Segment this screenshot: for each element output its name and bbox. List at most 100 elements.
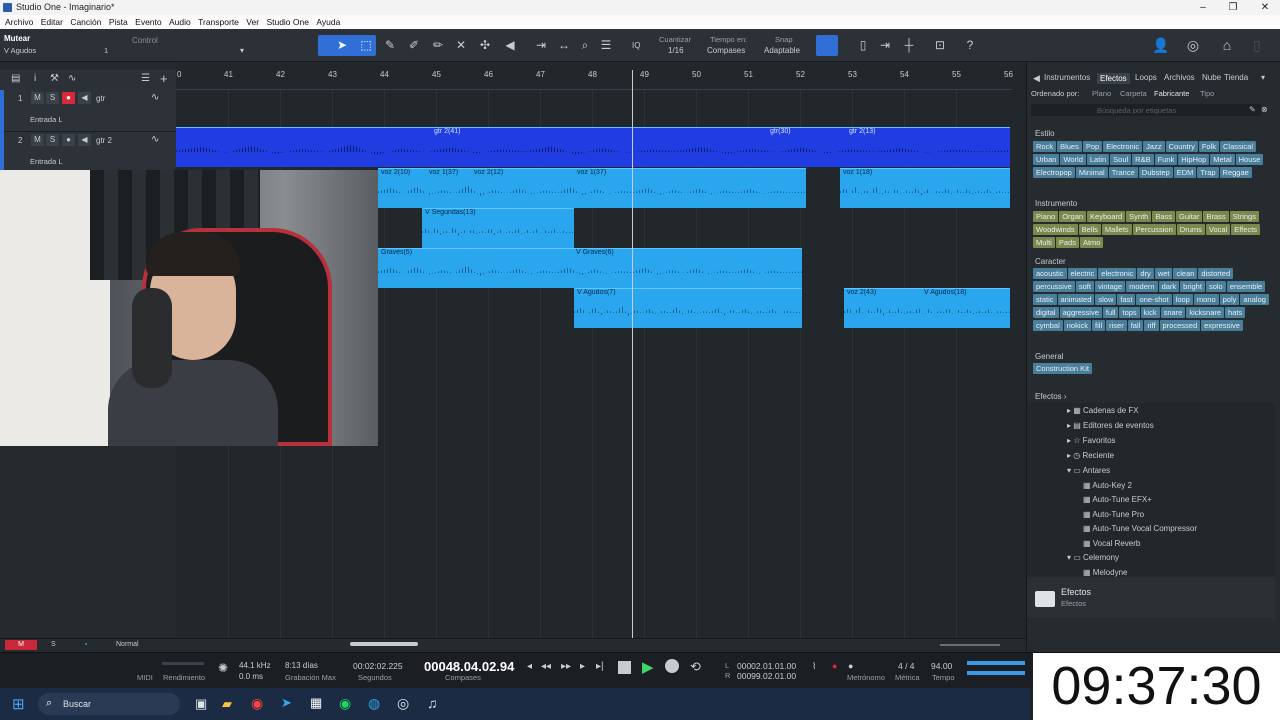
menu-archivo[interactable]: Archivo <box>0 15 33 29</box>
global-mute-button[interactable]: M <box>5 640 37 650</box>
clear-search-icon[interactable]: ⊗ <box>1261 105 1268 114</box>
github-icon[interactable]: ◎ <box>397 695 409 712</box>
caracter-tag[interactable]: fill <box>1092 320 1106 331</box>
tree-item[interactable]: ▸ ◷ Reciente <box>1067 451 1114 460</box>
home-icon[interactable]: ⌂ <box>1219 37 1235 53</box>
chrome-icon[interactable]: ◉ <box>251 695 263 712</box>
follow-icon[interactable]: ⇥ <box>877 37 893 53</box>
instrumento-tag[interactable]: Vocal <box>1205 224 1231 235</box>
instrumento-tag[interactable]: Effects <box>1231 224 1261 235</box>
record-button[interactable] <box>665 659 679 673</box>
tree-item[interactable]: ▦ Auto-Key 2 <box>1083 481 1132 490</box>
instrumento-tag[interactable]: Brass <box>1203 211 1229 222</box>
precount-icon[interactable]: ● <box>832 661 837 671</box>
caracter-tag[interactable]: distorted <box>1198 268 1234 279</box>
estilo-tag[interactable]: Dubstep <box>1138 167 1173 178</box>
stop-button[interactable] <box>618 661 631 674</box>
tree-item[interactable]: ▦ Vocal Reverb <box>1083 539 1140 548</box>
studio-one-icon[interactable]: ♫ <box>427 695 438 711</box>
audio-clip[interactable]: voz 2(10) voz 1(37) voz 2(12) voz 1(37) <box>378 168 806 208</box>
caracter-tag[interactable]: animated <box>1057 294 1095 305</box>
caracter-tag[interactable]: solo <box>1205 281 1226 292</box>
zoom-slider[interactable] <box>940 644 1000 646</box>
estilo-tag[interactable]: World <box>1060 154 1086 165</box>
estilo-tag[interactable]: Urban <box>1033 154 1060 165</box>
estilo-tag[interactable]: EDM <box>1173 167 1197 178</box>
add-track-icon[interactable]: + <box>160 71 168 86</box>
help-button[interactable]: ? <box>962 37 978 53</box>
info-icon[interactable]: i <box>34 73 36 84</box>
tree-item[interactable]: ▦ Melodyne <box>1083 568 1127 577</box>
caracter-tag[interactable]: hats <box>1225 307 1246 318</box>
task-view-icon[interactable]: ▣ <box>195 696 207 712</box>
eraser-tool-icon[interactable]: ✐ <box>406 37 422 53</box>
menu-evento[interactable]: Evento <box>130 15 161 29</box>
tree-item[interactable]: ▦ Auto-Tune EFX+ <box>1083 495 1152 504</box>
close-button[interactable]: ✕ <box>1250 0 1280 15</box>
rewind-start-icon[interactable]: ◂ <box>527 661 532 672</box>
caracter-tag[interactable]: modern <box>1126 281 1158 292</box>
mute-button[interactable]: M <box>31 134 44 146</box>
menu-ver[interactable]: Ver <box>241 15 259 29</box>
loop-button[interactable]: ⟲ <box>690 659 701 675</box>
estilo-tag[interactable]: House <box>1235 154 1264 165</box>
split-view-icon[interactable]: ┼ <box>901 37 917 53</box>
timeline-ruler[interactable]: 0 41 42 43 44 45 46 47 48 49 50 51 52 53… <box>176 70 1013 90</box>
forward-icon[interactable]: ▸▸ <box>561 661 571 672</box>
estilo-tag[interactable]: Classical <box>1220 141 1257 152</box>
edge-icon[interactable]: ◍ <box>368 695 380 712</box>
track-input[interactable]: Entrada L <box>30 115 63 124</box>
caracter-tag[interactable]: cymbal <box>1033 320 1063 331</box>
menu-pista[interactable]: Pista <box>104 15 128 29</box>
audio-clip[interactable]: voz 1(18) <box>840 168 1010 208</box>
tab-nube[interactable]: Nube <box>1202 73 1221 82</box>
snap-toggle-button[interactable] <box>816 35 838 56</box>
estilo-tag[interactable]: Country <box>1165 141 1198 152</box>
nudge-tool-icon[interactable]: ⇥ <box>533 37 549 53</box>
link-icon[interactable]: ◔ <box>83 640 88 649</box>
estilo-tag[interactable]: Minimal <box>1075 167 1108 178</box>
tree-item[interactable]: ▾ ▭ Antares <box>1067 466 1110 475</box>
estilo-tag[interactable]: Trance <box>1108 167 1138 178</box>
caracter-tag[interactable]: aggressive <box>1059 307 1102 318</box>
control-dropdown-icon[interactable]: ▾ <box>240 46 244 55</box>
menu-icon[interactable]: ☰ <box>141 73 150 84</box>
tab-archivos[interactable]: Archivos <box>1164 73 1195 82</box>
tab-tienda[interactable]: Tienda <box>1224 73 1248 82</box>
caracter-tag[interactable]: fast <box>1117 294 1136 305</box>
bend-tool-icon[interactable]: ✣ <box>477 37 493 53</box>
autoscroll-icon[interactable]: ☰ <box>598 37 614 53</box>
sort-carpeta[interactable]: Carpeta <box>1120 89 1147 98</box>
time-seconds[interactable]: 00:02:02.225 <box>353 661 403 671</box>
marker-icon[interactable]: ▯ <box>855 37 871 53</box>
tree-item[interactable]: ▸ ☆ Favoritos <box>1067 436 1116 445</box>
caracter-tag[interactable]: tops <box>1119 307 1140 318</box>
timebase-value[interactable]: Compases <box>707 46 745 55</box>
caracter-tag[interactable]: kicksnare <box>1186 307 1225 318</box>
minimize-button[interactable]: – <box>1188 0 1218 15</box>
user-icon[interactable]: 👤 <box>1152 37 1169 53</box>
estilo-tag[interactable]: Electropop <box>1033 167 1075 178</box>
track-name[interactable]: gtr 2 <box>96 136 112 145</box>
waveform-icon[interactable]: ∿ <box>151 134 159 145</box>
caracter-tag[interactable]: processed <box>1159 320 1201 331</box>
track-input[interactable]: Entrada L <box>30 157 63 166</box>
caracter-tag[interactable]: ensemble <box>1226 281 1266 292</box>
caracter-tag[interactable]: kick <box>1140 307 1160 318</box>
app-icon[interactable]: ▦ <box>310 695 322 711</box>
record-arm-button[interactable]: ● <box>62 92 75 104</box>
estilo-tag[interactable]: Rock <box>1033 141 1057 152</box>
menu-ayuda[interactable]: Ayuda <box>311 15 340 29</box>
estilo-tag[interactable]: Metal <box>1210 154 1235 165</box>
punch-icon[interactable]: ⌇ <box>812 661 816 672</box>
mode-select[interactable]: Normal <box>116 641 139 648</box>
zoom-tool-icon[interactable]: ⌕ <box>577 37 593 53</box>
sort-plano[interactable]: Plano <box>1092 89 1111 98</box>
estilo-tag[interactable]: Soul <box>1110 154 1132 165</box>
sync-icon[interactable]: ◎ <box>1185 37 1201 53</box>
menu-editar[interactable]: Editar <box>36 15 63 29</box>
instrumento-tag[interactable]: Organ <box>1059 211 1087 222</box>
caracter-tag[interactable]: electronic <box>1098 268 1137 279</box>
estilo-tag[interactable]: Electronic <box>1103 141 1143 152</box>
caracter-tag[interactable]: bright <box>1180 281 1205 292</box>
